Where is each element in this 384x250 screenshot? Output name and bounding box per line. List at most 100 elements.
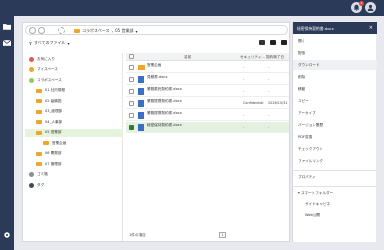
close-icon[interactable]: ×: [369, 25, 373, 31]
thumbnail-view-icon[interactable]: [270, 40, 276, 45]
word-document-icon: [138, 112, 144, 119]
menu-item[interactable]: アーカイブ: [293, 108, 377, 118]
folder-icon: [36, 151, 42, 156]
tree-item[interactable]: 01 社内規程: [25, 87, 123, 95]
file-filter-dropdown[interactable]: ⊽ すべてのファイル ▾: [29, 40, 70, 46]
tree-item[interactable]: 03_経理部: [25, 108, 123, 116]
file-updated: -: [268, 125, 270, 129]
menu-item[interactable]: PDF変換: [293, 132, 377, 142]
tree-item-label: 営業企画: [52, 140, 67, 145]
page-number[interactable]: 1: [219, 232, 226, 238]
folder-icon: [36, 120, 42, 124]
divider: [293, 186, 377, 187]
tree-item[interactable]: 営業企画: [25, 139, 123, 147]
item-count: 1件の項目: [129, 233, 146, 237]
breadcrumb-item[interactable]: コラボスペース: [82, 28, 110, 34]
menu-item[interactable]: ファイルリンク: [293, 156, 377, 166]
tree-item[interactable]: 04_人事部: [25, 118, 123, 126]
file-name[interactable]: 業務委託契約書.docx: [147, 87, 182, 92]
menu-item[interactable]: 配信: [293, 48, 377, 58]
path-bar: コラボスペース › 05 営業部 ▾: [25, 25, 288, 35]
file-name[interactable]: 営業企画: [147, 63, 161, 68]
file-name[interactable]: 見積書.docx: [147, 75, 168, 80]
table-row[interactable]: 業務委託契約書.docx - -: [126, 86, 289, 97]
user-avatar-icon[interactable]: [365, 2, 376, 13]
tree-item[interactable]: マイスペース: [25, 66, 123, 74]
category-icon: [29, 182, 34, 188]
file-list: 名前 セキュリティ... 契約満了日 営業企画 - - 見積書.docx - - 業務委託契…: [126, 53, 289, 241]
tree-item[interactable]: タグ: [25, 181, 123, 189]
select-all-checkbox[interactable]: [129, 54, 134, 59]
folder-icon: [36, 162, 42, 166]
row-checkbox[interactable]: [129, 101, 134, 106]
file-name[interactable]: 業務提携契約書.docx: [147, 111, 182, 116]
row-checkbox[interactable]: [129, 113, 134, 118]
mail-nav-icon[interactable]: [2, 38, 12, 47]
tree-item-label: 07 管理部: [45, 161, 62, 166]
menu-item[interactable]: チェックアウト: [293, 144, 377, 154]
file-browser: コラボスペース › 05 営業部 ▾ ⊽ すべてのファイル ▾ お気に入りマイス…: [22, 22, 290, 242]
folder-icon: [36, 109, 42, 114]
column-header-security[interactable]: セキュリティ...: [240, 55, 265, 60]
tree-item[interactable]: 02 組織図: [25, 97, 123, 105]
file-security: Confidential: [243, 101, 264, 105]
row-checkbox[interactable]: [129, 125, 134, 130]
list-header: 名前 セキュリティ... 契約満了日: [126, 53, 289, 61]
column-header-updated[interactable]: 契約満了日: [266, 55, 284, 60]
refresh-icon[interactable]: [58, 27, 65, 34]
breadcrumb-item[interactable]: 05 営業部: [115, 28, 133, 34]
folder-icon: [138, 65, 145, 70]
chevron-down-icon: ▾: [67, 40, 70, 46]
tree-item[interactable]: コラボスペース: [25, 76, 123, 84]
menu-item-smart-folder[interactable]: ▾ スマートフォルダー: [293, 188, 377, 198]
tree-item[interactable]: 07 管理部: [25, 160, 123, 168]
preview-view-icon[interactable]: [281, 40, 287, 45]
forward-arrow-icon[interactable]: [38, 27, 45, 34]
file-name[interactable]: 秘密保持契約書.docx: [147, 123, 182, 128]
file-updated: -: [268, 77, 270, 81]
row-checkbox[interactable]: [129, 65, 134, 70]
back-arrow-icon[interactable]: [29, 27, 36, 34]
menu-item[interactable]: コピー: [293, 96, 377, 106]
file-updated: -: [268, 89, 270, 93]
tree-item[interactable]: 05 営業部: [25, 128, 123, 137]
menu-item-properties[interactable]: プロパティ: [293, 172, 377, 182]
breadcrumb: コラボスペース › 05 営業部 ▾: [74, 28, 138, 34]
file-security: -: [243, 89, 245, 93]
word-document-icon: [138, 76, 144, 83]
notification-badge: 1: [359, 1, 364, 6]
row-checkbox[interactable]: [129, 89, 134, 94]
menu-item[interactable]: ダウンロード: [293, 60, 377, 70]
tree-item-label: コラボスペース: [37, 77, 62, 82]
tree-item[interactable]: ゴミ箱: [25, 171, 123, 179]
menu-item[interactable]: バージョン履歴: [293, 120, 377, 130]
table-row[interactable]: 見積書.docx - -: [126, 74, 289, 85]
tree-item-label: ゴミ箱: [37, 172, 48, 176]
folder-nav-icon[interactable]: [2, 22, 12, 31]
submenu-item[interactable]: サイドキャビネ: [293, 199, 377, 209]
file-security: -: [243, 65, 245, 69]
file-security: -: [243, 125, 245, 129]
menu-item[interactable]: 削除: [293, 72, 377, 82]
menu-item[interactable]: 開く: [293, 36, 377, 46]
settings-gear-icon[interactable]: [2, 230, 12, 239]
chevron-down-icon[interactable]: ▾: [136, 29, 138, 34]
list-view-icon[interactable]: [259, 40, 265, 45]
table-row[interactable]: 秘密保持契約書.docx - -: [126, 122, 289, 133]
tree-item[interactable]: お気に入り: [25, 55, 123, 63]
view-toggle: [259, 40, 287, 45]
table-row[interactable]: 業務提携契約書.docx - -: [126, 110, 289, 121]
file-name[interactable]: 業務提携契約書.docx: [147, 99, 182, 104]
column-header-name[interactable]: 名前: [184, 55, 191, 60]
table-row[interactable]: 営業企画 - -: [126, 62, 289, 73]
panel-header: 秘密保持契約書.docx ×: [293, 22, 377, 34]
word-document-icon: [138, 100, 144, 107]
tree-item[interactable]: 06 開発部: [25, 150, 123, 158]
table-row[interactable]: 業務提携契約書.docx Confidential 2026/10/31: [126, 98, 289, 109]
tree-item-label: 04_人事部: [45, 119, 63, 124]
category-icon: [29, 77, 34, 83]
file-security: -: [243, 113, 245, 117]
submenu-item[interactable]: Web公開: [293, 210, 377, 220]
row-checkbox[interactable]: [129, 77, 134, 82]
menu-item[interactable]: 移動: [293, 84, 377, 94]
